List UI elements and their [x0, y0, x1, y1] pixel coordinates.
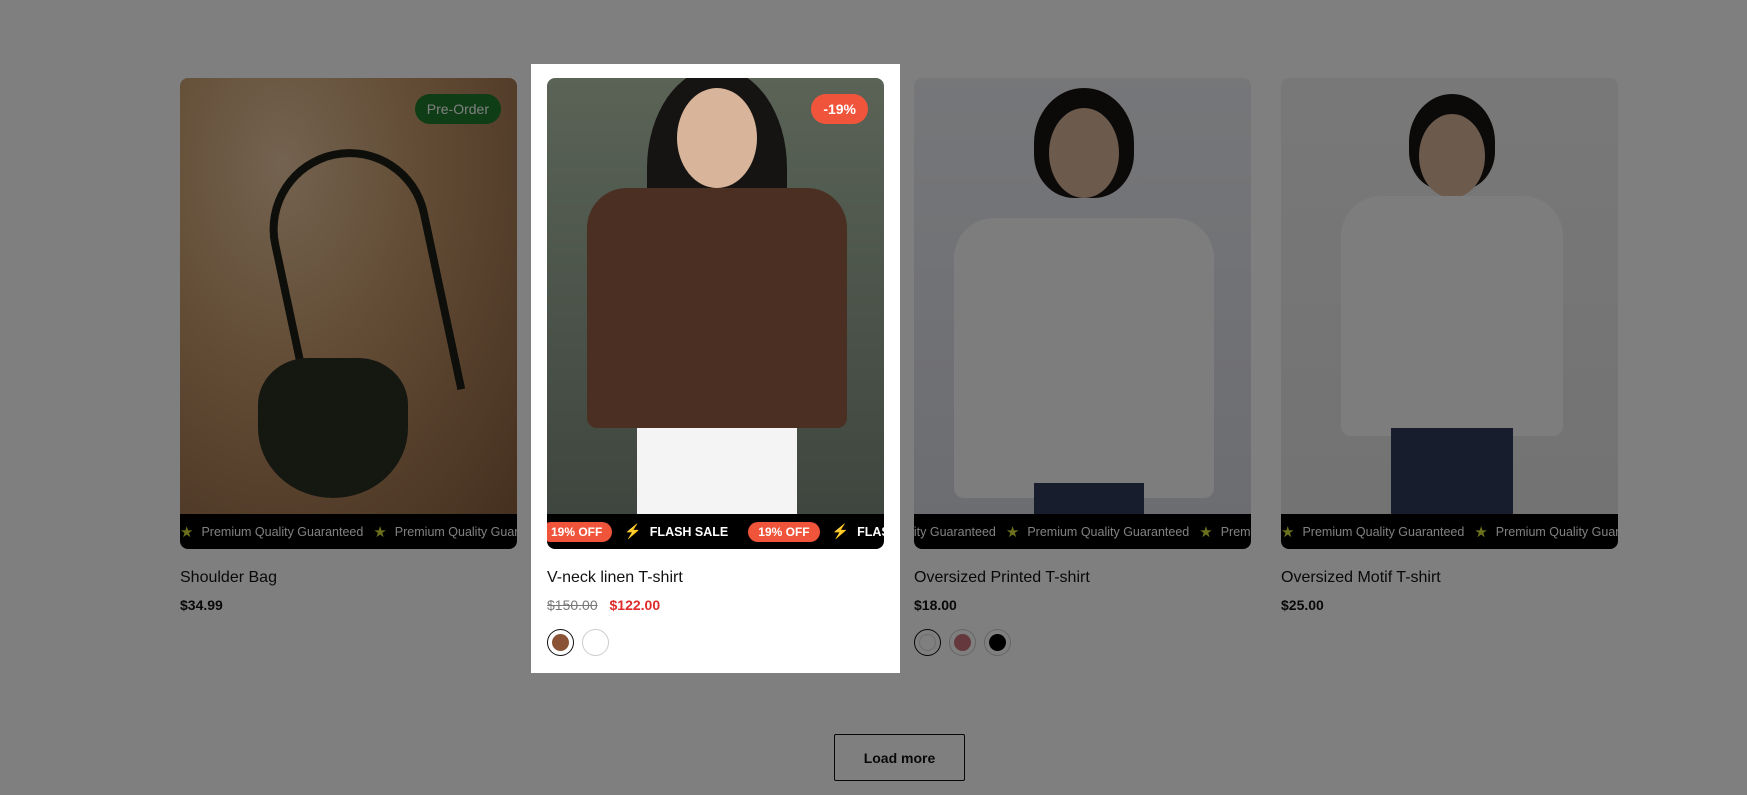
marquee-item: ★ Premium Quality Guaranteed — [1006, 523, 1189, 541]
model-head — [1419, 114, 1485, 198]
product-card-shoulder-bag[interactable]: Pre-Order ★ Premium Quality Guaranteed ★ P… — [180, 78, 517, 613]
swatch-brown[interactable] — [547, 629, 574, 656]
marquee-item: ★ Premium Quality Guaranteed — [1281, 523, 1464, 541]
product-image[interactable] — [1281, 78, 1618, 514]
price: $25.00 — [1281, 597, 1324, 613]
model-tee — [954, 218, 1214, 498]
product-title[interactable]: Shoulder Bag — [180, 569, 517, 587]
model-tee — [587, 188, 847, 428]
marquee-bar: ★ Premium Quality Guaranteed ★ Premium Qua… — [180, 514, 517, 549]
swatch-color — [989, 634, 1006, 651]
marquee-text: Premium Quality Guaranteed — [1027, 524, 1190, 539]
marquee-item: Premium Quality Guaranteed — [914, 525, 996, 539]
product-image[interactable] — [180, 78, 517, 514]
marquee-text: Premium Quality Guaranteed — [914, 524, 996, 539]
swatch-color — [587, 634, 604, 651]
product-title[interactable]: Oversized Motif T-shirt — [1281, 569, 1618, 587]
marquee-item: ★ Premium Quality Guaranteed — [1474, 523, 1618, 541]
product-media[interactable]: Pre-Order ★ Premium Quality Guaranteed ★ P… — [180, 78, 517, 549]
marquee-bar: 19% OFF ⚡ FLASH SALE 19% OFF ⚡ FLASH SAL… — [547, 514, 884, 549]
marquee-bar: ★ Premium Quality Guaranteed ★ Premium Qua… — [1281, 514, 1618, 549]
marquee-text: Premium Quality Guaranteed — [201, 524, 364, 539]
price: $18.00 — [914, 597, 957, 613]
flash-sale-text: FLASH SALE — [649, 524, 729, 539]
marquee-text: Premium Quality Guaranteed — [1302, 524, 1465, 539]
product-price: $25.00 — [1281, 597, 1618, 613]
price: $34.99 — [180, 597, 223, 613]
discount-badge: -19% — [811, 94, 868, 124]
product-price: $150.00 $122.00 — [547, 597, 884, 613]
swatch-color — [954, 634, 971, 651]
marquee-bar: Premium Quality Guaranteed ★ Premium Qual… — [914, 514, 1251, 549]
product-media[interactable]: -19% 19% OFF ⚡ FLASH SALE 19% OFF ⚡ FLAS… — [547, 78, 884, 549]
product-price: $18.00 — [914, 597, 1251, 613]
swatch-pink[interactable] — [949, 629, 976, 656]
product-image[interactable] — [914, 78, 1251, 523]
star-icon: ★ — [373, 523, 387, 541]
marquee-item: ★ Premium Quality Guaranteed — [180, 523, 363, 541]
product-title[interactable]: Oversized Printed T-shirt — [914, 569, 1251, 587]
marquee-text: Premium Quality Guaranteed — [394, 524, 517, 539]
swatch-color — [919, 634, 936, 651]
star-icon: ★ — [1005, 523, 1020, 541]
product-card-oversized-motif-tshirt[interactable]: ★ Premium Quality Guaranteed ★ Premium Qua… — [1281, 78, 1618, 613]
original-price: $150.00 — [547, 597, 598, 613]
discount-pill: 19% OFF — [748, 521, 820, 542]
model-jeans — [1391, 428, 1513, 514]
marquee-item: ★ Premium Quality Guaranteed — [373, 523, 517, 541]
marquee-item: 19% OFF ⚡ FLASH SALE — [547, 521, 738, 542]
marquee-text: Premium Quality Guaranteed — [1220, 524, 1251, 539]
color-swatches — [547, 629, 884, 656]
sale-price: $122.00 — [609, 597, 661, 613]
product-image[interactable] — [547, 78, 884, 518]
star-icon: ★ — [1281, 523, 1295, 541]
swatch-color — [552, 634, 569, 651]
product-media[interactable]: ★ Premium Quality Guaranteed ★ Premium Qua… — [1281, 78, 1618, 549]
color-swatches — [914, 629, 1251, 656]
model-pants — [637, 428, 797, 518]
product-price: $34.99 — [180, 597, 517, 613]
marquee-item: ★ Premium Quality Guaranteed — [1199, 523, 1251, 541]
product-card-oversized-printed-tshirt[interactable]: Premium Quality Guaranteed ★ Premium Qual… — [914, 78, 1251, 656]
preorder-badge: Pre-Order — [414, 94, 501, 124]
marquee-item: 19% OFF ⚡ FLASH SALE — [748, 521, 884, 542]
star-icon: ★ — [1199, 523, 1213, 541]
model-head — [677, 88, 757, 188]
swatch-white[interactable] — [914, 629, 941, 656]
product-media[interactable]: Premium Quality Guaranteed ★ Premium Qual… — [914, 78, 1251, 549]
flash-sale-text: FLASH SALE — [857, 524, 884, 539]
swatch-black[interactable] — [984, 629, 1011, 656]
marquee-text: Premium Quality Guaranteed — [1495, 524, 1618, 539]
lightning-icon: ⚡ — [624, 523, 642, 539]
discount-pill: 19% OFF — [547, 521, 613, 542]
product-card-vneck-linen-tshirt[interactable]: -19% 19% OFF ⚡ FLASH SALE 19% OFF ⚡ FLAS… — [547, 78, 884, 656]
bag-body — [258, 358, 408, 498]
star-icon: ★ — [180, 523, 194, 541]
product-title[interactable]: V-neck linen T-shirt — [547, 569, 884, 587]
load-more-button[interactable]: Load more — [834, 734, 965, 781]
lightning-icon: ⚡ — [831, 523, 850, 539]
star-icon: ★ — [1474, 523, 1488, 541]
swatch-white[interactable] — [582, 629, 609, 656]
model-tee — [1341, 196, 1563, 436]
model-head — [1049, 108, 1119, 198]
